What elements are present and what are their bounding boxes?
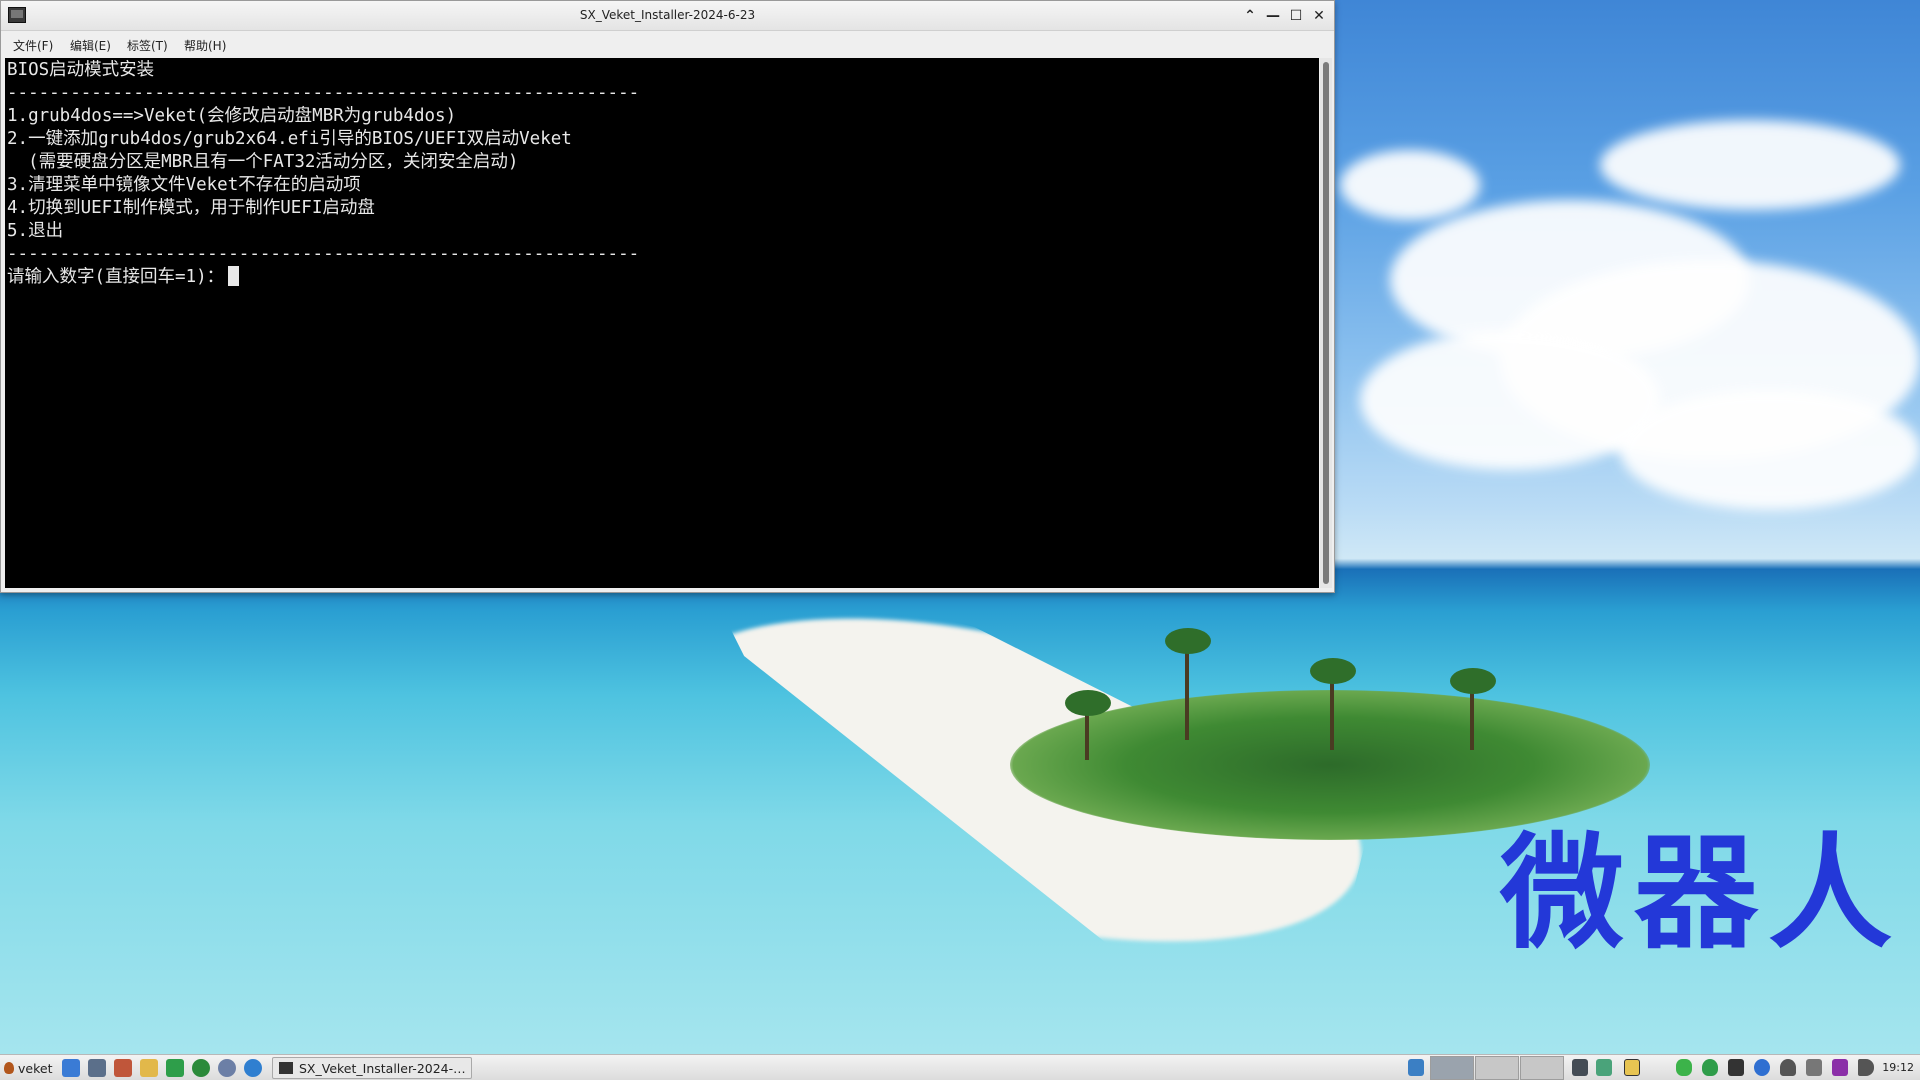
menu-edit[interactable]: 编辑(E) <box>70 37 111 54</box>
screenshot-icon[interactable] <box>88 1059 106 1077</box>
workspace-1[interactable] <box>1430 1056 1474 1080</box>
input-method-icon[interactable] <box>1832 1059 1848 1076</box>
menu-help[interactable]: 帮助(H) <box>184 37 226 54</box>
terminal-line: BIOS启动模式安装 <box>7 60 155 80</box>
terminal-line: 5.退出 <box>7 221 64 241</box>
cloud <box>1600 120 1900 210</box>
window-titlebar[interactable]: SX_Veket_Installer-2024-6-23 ⌃ — ☐ ✕ <box>1 1 1334 31</box>
cpu-meter-icon[interactable] <box>1596 1059 1612 1076</box>
maximize-button[interactable]: ☐ <box>1286 6 1306 26</box>
text-cursor <box>228 266 240 286</box>
veket-logo-icon <box>4 1062 14 1074</box>
clipboard-icon[interactable] <box>1624 1059 1640 1076</box>
terminal-line: 3.清理菜单中镜像文件Veket不存在的启动项 <box>7 175 361 195</box>
palm-tree-frond <box>1165 628 1211 654</box>
menubar: 文件(F) 编辑(E) 标签(T) 帮助(H) <box>1 31 1334 57</box>
watermark-text: 微器人 <box>1499 822 1902 966</box>
workspace-2[interactable] <box>1475 1056 1519 1080</box>
web-browser-icon[interactable] <box>244 1059 262 1077</box>
start-menu-button[interactable]: veket <box>4 1058 52 1078</box>
menu-file[interactable]: 文件(F) <box>13 37 53 54</box>
start-menu-label: veket <box>18 1060 53 1076</box>
settings-icon[interactable] <box>218 1059 236 1077</box>
menu-tabs[interactable]: 标签(T) <box>127 37 168 54</box>
window-title: SX_Veket_Installer-2024-6-23 <box>579 8 756 22</box>
storage-icon[interactable] <box>1676 1059 1692 1076</box>
minimize-button[interactable]: — <box>1263 6 1283 26</box>
shade-up-icon[interactable]: ⌃ <box>1240 6 1260 26</box>
scrollbar-thumb[interactable] <box>1323 62 1329 584</box>
taskbar: veket SX_Veket_Installer-2024-… 19:12 <box>0 1054 1920 1080</box>
cloud <box>1340 150 1480 220</box>
cloud <box>1360 330 1660 470</box>
firewall-shield-icon[interactable] <box>1702 1059 1718 1076</box>
terminal-window[interactable]: SX_Veket_Installer-2024-6-23 ⌃ — ☐ ✕ 文件(… <box>0 0 1335 593</box>
terminal-output[interactable]: BIOS启动模式安装 -----------------------------… <box>5 58 1319 588</box>
power-icon[interactable] <box>1806 1059 1822 1076</box>
terminal-line: 1.grub4dos==>Veket(会修改启动盘MBR为grub4dos) <box>7 106 457 126</box>
show-desktop-icon[interactable] <box>62 1059 80 1077</box>
palm-tree-frond <box>1065 690 1111 716</box>
terminal-task-icon <box>279 1062 293 1074</box>
terminal-line: 4.切换到UEFI制作模式，用于制作UEFI启动盘 <box>7 198 375 218</box>
close-button[interactable]: ✕ <box>1309 6 1329 26</box>
volume-icon[interactable] <box>1858 1059 1874 1076</box>
clock[interactable]: 19:12 <box>1882 1061 1914 1074</box>
file-manager-icon[interactable] <box>140 1059 158 1077</box>
terminal-line: 2.一键添加grub4dos/grub2x64.efi引导的BIOS/UEFI双… <box>7 129 572 149</box>
toolbox-icon[interactable] <box>114 1059 132 1077</box>
system-monitor-icon[interactable] <box>1572 1059 1588 1076</box>
task-label: SX_Veket_Installer-2024-… <box>299 1060 466 1076</box>
terminal-line: ----------------------------------------… <box>7 244 640 264</box>
palm-tree-frond <box>1310 658 1356 684</box>
bluetooth-icon[interactable] <box>1754 1059 1770 1076</box>
palm-tree-trunk <box>1185 640 1189 740</box>
media-player-icon[interactable] <box>166 1059 184 1077</box>
workspace-3[interactable] <box>1520 1056 1564 1080</box>
terminal-prompt-line[interactable]: 请输入数字(直接回车=1)： <box>7 266 240 289</box>
terminal-scrollbar[interactable] <box>1320 58 1332 588</box>
cloud <box>1620 390 1920 510</box>
terminal-line: (需要硬盘分区是MBR且有一个FAT32活动分区，关闭安全启动) <box>7 152 519 172</box>
keyboard-icon[interactable] <box>1728 1059 1744 1076</box>
terminal-prompt: 请输入数字(直接回车=1)： <box>7 267 225 287</box>
palm-tree-frond <box>1450 668 1496 694</box>
terminal-line: ----------------------------------------… <box>7 83 640 103</box>
taskbar-task-terminal[interactable]: SX_Veket_Installer-2024-… <box>272 1057 472 1079</box>
network-config-icon[interactable] <box>1408 1059 1424 1076</box>
app-launcher-icon[interactable] <box>192 1059 210 1077</box>
notification-bell-icon[interactable] <box>1780 1059 1796 1076</box>
